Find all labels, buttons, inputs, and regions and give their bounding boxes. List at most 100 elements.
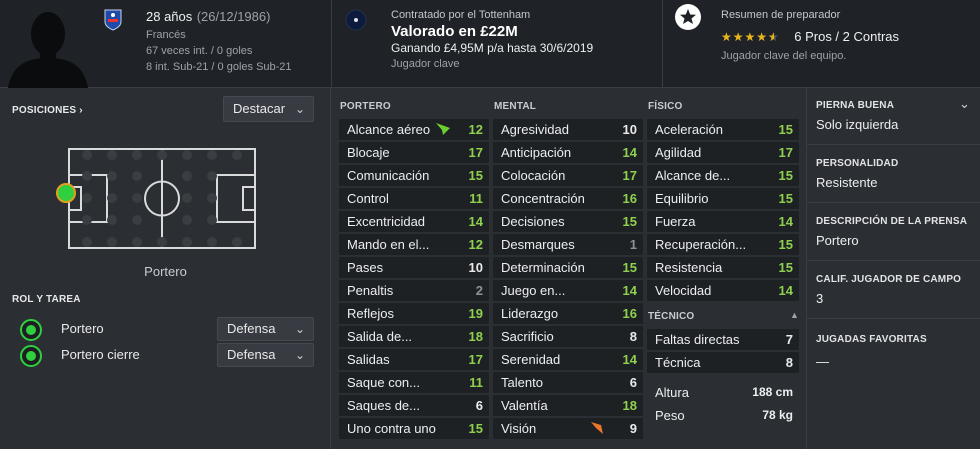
outfield-rating-title: CALIF. JUGADOR DE CAMPO [816,274,962,285]
attribute-name: Equilibrio [655,191,709,206]
coach-report-icon[interactable] [675,4,701,30]
attribute-row[interactable]: Valentía 18 [493,395,643,416]
attribute-row[interactable]: Sacrificio 8 [493,326,643,347]
attribute-row[interactable]: Determinación 15 [493,257,643,278]
attribute-value: 15 [778,122,793,137]
height-value: 188 cm [752,385,793,399]
attribute-row[interactable]: Agilidad 17 [647,142,799,163]
attribute-row[interactable]: Mando en el... 12 [339,234,489,255]
attribute-row[interactable]: Juego en... 14 [493,280,643,301]
attribute-name: Agresividad [501,122,569,137]
attribute-row[interactable]: Liderazgo 16 [493,303,643,324]
attribute-name: Velocidad [655,283,712,298]
attribute-value: 15 [622,260,637,275]
attribute-value: 6 [629,375,637,390]
attribute-name: Excentricidad [347,214,426,229]
positions-title[interactable]: POSICIONES › [12,105,83,116]
player-header: 28 años (26/12/1986) Francés 67 veces in… [0,0,980,88]
attribute-row[interactable]: Agresividad 10 [493,119,643,140]
attribute-name: Recuperación... [655,237,747,252]
attribute-row[interactable]: Serenidad 14 [493,349,643,370]
attribute-row[interactable]: Talento 6 [493,372,643,393]
attribute-value: 14 [778,214,793,229]
attribute-row[interactable]: Aceleración 15 [647,119,799,140]
attribute-value: 16 [622,306,637,321]
physical-title: FÍSICO [648,101,683,112]
outfield-rating: 3 [816,291,824,306]
player-info-panel: PIERNA BUENA ⌄ Solo izquierda PERSONALID… [806,88,980,449]
attribute-name: Técnica [655,355,701,370]
attribute-row[interactable]: Saque con... 11 [339,372,489,393]
attribute-row[interactable]: Recuperación... 15 [647,234,799,255]
attribute-name: Blocaje [347,145,390,160]
attribute-name: Decisiones [501,214,565,229]
attribute-value: 17 [622,168,637,183]
attribute-value: 10 [622,122,637,137]
attribute-row[interactable]: Faltas directas 7 [647,329,799,350]
attribute-row[interactable]: Fuerza 14 [647,211,799,232]
attribute-row[interactable]: Concentración 16 [493,188,643,209]
height-row: Altura 188 cm [647,382,799,404]
attribute-row[interactable]: Salida de... 18 [339,326,489,347]
role-icon [20,319,42,341]
role-name: Portero cierre [61,347,140,362]
attribute-row[interactable]: Velocidad 14 [647,280,799,301]
duty-dropdown[interactable]: Defensa ⌄ [217,343,314,367]
attribute-row[interactable]: Uno contra uno 15 [339,418,489,439]
duty-dropdown[interactable]: Defensa ⌄ [217,317,314,341]
mental-title: MENTAL [494,101,537,112]
attribute-row[interactable]: Comunicación 15 [339,165,489,186]
attribute-value: 2 [475,283,483,298]
attribute-row[interactable]: Control 11 [339,188,489,209]
attribute-row[interactable]: Desmarques 1 [493,234,643,255]
roles-title: ROL Y TAREA [12,294,81,305]
weight-value: 78 kg [762,408,793,422]
attribute-value: 18 [468,329,483,344]
attribute-row[interactable]: Anticipación 14 [493,142,643,163]
attribute-row[interactable]: Reflejos 19 [339,303,489,324]
attribute-value: 7 [785,332,793,347]
trend-up-arrow-icon [436,123,450,135]
attribute-value: 8 [629,329,637,344]
attribute-name: Saques de... [347,398,420,413]
attribute-row[interactable]: Saques de... 6 [339,395,489,416]
attribute-name: Aceleración [655,122,723,137]
role-row[interactable]: Portero cierre Defensa ⌄ [0,342,331,368]
attribute-value: 14 [778,283,793,298]
attribute-name: Control [347,191,389,206]
attribute-row[interactable]: Técnica 8 [647,352,799,373]
attribute-row[interactable]: Colocación 17 [493,165,643,186]
attribute-row[interactable]: Pases 10 [339,257,489,278]
attribute-row[interactable]: Equilibrio 15 [647,188,799,209]
contract-club: Contratado por el Tottenham [391,9,531,21]
collapse-up-icon[interactable]: ▲ [790,310,799,320]
chevron-down-icon: ⌄ [294,102,305,116]
attribute-value: 17 [778,145,793,160]
attribute-row[interactable]: Alcance aéreo 12 [339,119,489,140]
attribute-name: Comunicación [347,168,430,183]
goalkeeper-position-marker[interactable] [56,183,76,203]
attribute-name: Colocación [501,168,566,183]
chevron-down-icon[interactable]: ⌄ [959,96,970,112]
attribute-name: Alcance aéreo [347,122,431,137]
chevron-down-icon: ⌄ [294,322,305,336]
attribute-row[interactable]: Alcance de... 15 [647,165,799,186]
preferred-foot: Solo izquierda [816,117,899,132]
attribute-row[interactable]: Penaltis 2 [339,280,489,301]
attribute-row[interactable]: Resistencia 15 [647,257,799,278]
attribute-row[interactable]: Visión 9 [493,418,643,439]
attribute-value: 12 [468,237,483,252]
attribute-row[interactable]: Salidas 17 [339,349,489,370]
attribute-value: 6 [475,398,483,413]
attribute-name: Talento [501,375,543,390]
attribute-row[interactable]: Blocaje 17 [339,142,489,163]
attribute-value: 17 [468,352,483,367]
highlight-dropdown[interactable]: Destacar ⌄ [223,96,314,122]
attribute-name: Faltas directas [655,332,740,347]
attribute-name: Valentía [501,398,548,413]
personality-title: PERSONALIDAD [816,158,899,169]
attribute-row[interactable]: Decisiones 15 [493,211,643,232]
role-row[interactable]: Portero Defensa ⌄ [0,316,331,342]
attribute-name: Uno contra uno [347,421,436,436]
attribute-row[interactable]: Excentricidad 14 [339,211,489,232]
